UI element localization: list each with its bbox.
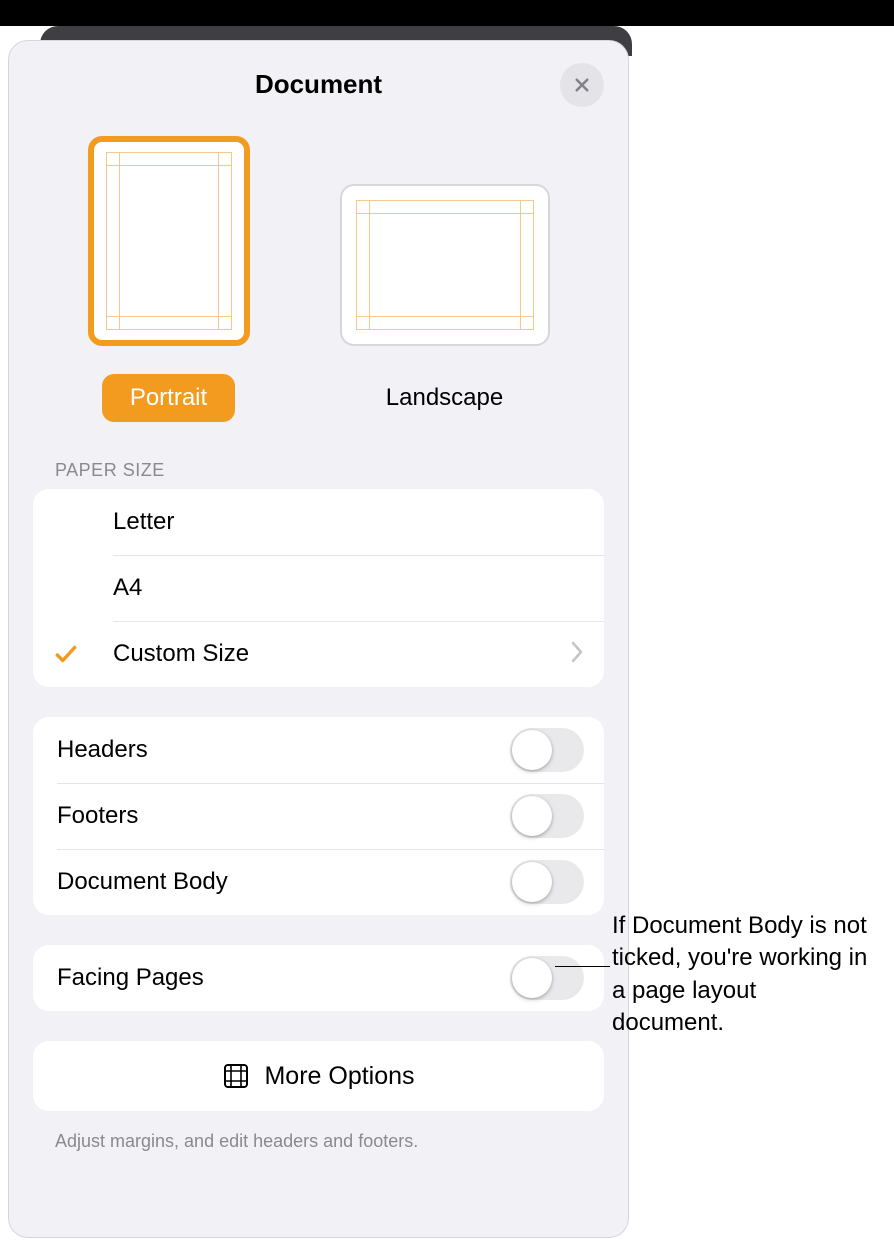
headers-toggle[interactable] [510, 728, 584, 772]
checkmark-icon [53, 641, 79, 667]
paper-size-option-letter[interactable]: Letter [33, 489, 604, 555]
document-body-toggle[interactable] [510, 860, 584, 904]
toggles-group-2: Facing Pages [33, 945, 604, 1011]
landscape-label: Landscape [358, 374, 531, 422]
chevron-right-icon [570, 640, 584, 669]
device-status-bar [0, 0, 894, 26]
document-body-row: Document Body [33, 849, 604, 915]
paper-size-label: A4 [113, 574, 584, 602]
check-slot [53, 641, 113, 667]
panel-title: Document [29, 69, 608, 100]
facing-pages-toggle[interactable] [510, 956, 584, 1000]
orientation-portrait[interactable]: Portrait [88, 136, 250, 422]
portrait-thumbnail [88, 136, 250, 346]
close-button[interactable] [560, 63, 604, 107]
headers-row: Headers [33, 717, 604, 783]
margins-icon [222, 1062, 250, 1090]
landscape-thumbnail [340, 184, 550, 346]
document-settings-panel: Document Portrait Landscape PAPER SI [8, 40, 629, 1238]
close-icon [573, 76, 591, 94]
panel-header: Document [9, 69, 628, 110]
footers-toggle[interactable] [510, 794, 584, 838]
headers-label: Headers [57, 736, 510, 764]
callout-text: If Document Body is not ticked, you're w… [612, 910, 872, 1040]
more-options-button[interactable]: More Options [33, 1041, 604, 1111]
document-body-label: Document Body [57, 868, 510, 896]
orientation-selector: Portrait Landscape [9, 136, 628, 422]
paper-size-list: Letter A4 Custom Size [33, 489, 604, 687]
paper-size-label: Letter [113, 508, 584, 536]
facing-pages-label: Facing Pages [57, 964, 510, 992]
paper-size-option-custom[interactable]: Custom Size [33, 621, 604, 687]
paper-size-label: Custom Size [113, 640, 570, 668]
orientation-landscape[interactable]: Landscape [340, 136, 550, 422]
footer-hint: Adjust margins, and edit headers and foo… [9, 1111, 628, 1152]
paper-size-option-a4[interactable]: A4 [33, 555, 604, 621]
facing-pages-row: Facing Pages [33, 945, 604, 1011]
portrait-label: Portrait [102, 374, 235, 422]
footers-label: Footers [57, 802, 510, 830]
more-options-label: More Options [264, 1062, 414, 1091]
toggles-group-1: Headers Footers Document Body [33, 717, 604, 915]
callout-leader-line [555, 966, 610, 967]
paper-size-section-label: PAPER SIZE [9, 422, 628, 489]
footers-row: Footers [33, 783, 604, 849]
